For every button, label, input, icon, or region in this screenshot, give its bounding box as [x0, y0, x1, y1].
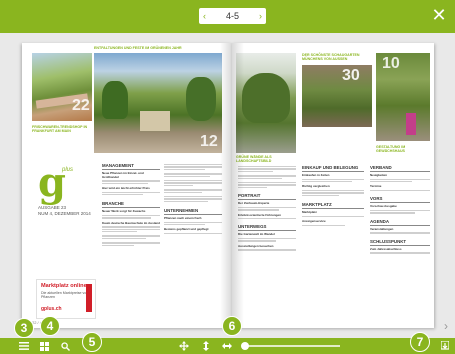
marktplatz-ad[interactable]: Marktplatz online Die aktuellen Marktpre… [36, 279, 96, 319]
photo-courtyard: 12 [94, 53, 222, 153]
left-page[interactable]: ENTFALTUNGEN UND FESTE IM GRÜNENEN JAHR … [22, 43, 232, 328]
toc-item[interactable]: Vorschau Ausgabe [370, 205, 430, 214]
toc-item[interactable] [238, 166, 296, 173]
toc-section-title: SCHLUSSPUNKT [370, 239, 430, 246]
photo-number: 10 [382, 55, 400, 72]
caption-right: DER SCHÖNSTE SCHAUGARTEN MÜNCHENS VON AU… [302, 53, 360, 62]
toc-item[interactable]: Bestens gepflanzt und gepflegt [164, 228, 222, 235]
fit-height-icon[interactable] [198, 338, 214, 354]
fit-width-icon[interactable] [219, 338, 235, 354]
grid-icon[interactable] [36, 338, 52, 354]
close-button[interactable]: ✕ [429, 5, 449, 25]
caption-left: FRISCHWAREN-TRENDSHOP IN FRANKFURT AM MA… [32, 125, 88, 134]
toc-section-title: EINKAUF UND BELEGUNG [302, 165, 364, 172]
toc-item[interactable]: Richtig vergleichen [302, 185, 364, 197]
toc-item[interactable] [164, 189, 222, 193]
toc-item[interactable] [102, 242, 160, 247]
page-indicator[interactable]: ‹ 4-5 › [199, 8, 266, 24]
toc-item[interactable]: Der Zierbaum-Experte [238, 201, 296, 211]
toc-section-title: UNTERWEGS [238, 224, 296, 232]
toc-column-1: MANAGEMENT Neue Pflanzen im Einzel- und … [102, 163, 160, 249]
caption-mid: GRÜNE WÄNDE ALS LANDSCHAFTSBILD [236, 155, 272, 164]
toc-section-title: AGENDA [370, 219, 430, 226]
callout-badge-5: 5 [82, 332, 102, 352]
bottom-toolbar [0, 338, 455, 354]
ad-url[interactable]: gplus.ch [41, 306, 62, 312]
toc-item[interactable]: Veranstaltungen [370, 227, 430, 234]
photo-garden: 30 [302, 65, 372, 127]
toc-item[interactable] [238, 175, 296, 179]
toc-section-title: VERBAND [370, 165, 430, 172]
toc-item[interactable]: Pflanzen nach einem Fach [164, 216, 222, 226]
callout-badge-7: 7 [410, 332, 430, 352]
toc-item[interactable]: Kaum deutsche Baumschule im Ausland [102, 221, 160, 233]
caption-far: GESTALTUNG IM GEWÄCHSHAUS [376, 145, 406, 154]
toc-item[interactable]: Hier wird ein leicht erhöhter Preis [102, 186, 160, 196]
toc-section-title: Unternehmen [164, 208, 222, 216]
toc-item[interactable] [164, 173, 222, 177]
page-spread[interactable]: ENTFALTUNGEN UND FESTE IM GRÜNENEN JAHR … [22, 43, 434, 328]
toc-item[interactable]: Ausstellungen besuchen [238, 244, 296, 251]
zoom-slider-thumb[interactable] [241, 342, 249, 350]
photo-number: 12 [200, 133, 218, 150]
issue-info: AUSGABE 23 NUM 4, DEZEMBER 2014 [38, 205, 91, 216]
toc-item[interactable]: Erlebnisorientierte Führungen [238, 213, 296, 220]
photo-facade [236, 53, 296, 153]
toc-section-title: MARKTPLATZ [302, 202, 364, 210]
ad-title: Marktplatz online [41, 283, 87, 289]
ad-stripe [86, 284, 92, 312]
toc-item[interactable] [164, 179, 222, 187]
photo-green-wall: 10 [376, 53, 430, 141]
toc-item[interactable] [238, 181, 296, 189]
prev-page-icon[interactable]: ‹ [203, 11, 206, 21]
toc-item[interactable]: Neuer Werk sorgt für Zuwachs [102, 210, 160, 219]
toc-column-4: EINKAUF UND BELEGUNG Einkaufen in Zeiten… [302, 165, 364, 229]
toc-item[interactable]: Die Gartenwelt im Wandel [238, 233, 296, 242]
next-page-arrow[interactable]: › [444, 319, 448, 333]
download-icon[interactable] [437, 338, 453, 354]
toc-section-title: PORTRAIT [238, 193, 296, 201]
page-label: 4-5 [225, 11, 239, 21]
toc-column-3: PORTRAIT Der Zierbaum-Experte Erlebnisor… [238, 165, 296, 254]
right-page[interactable]: GRÜNE WÄNDE ALS LANDSCHAFTSBILD DER SCHÖ… [232, 43, 434, 328]
zoom-slider[interactable] [245, 345, 340, 347]
toc-column-2: Unternehmen Pflanzen nach einem Fach Bes… [164, 163, 222, 237]
toc-item[interactable] [102, 235, 160, 240]
move-icon[interactable] [176, 338, 192, 354]
toc-item[interactable]: Zum Jahresabschluss [370, 247, 430, 254]
toc-item[interactable]: Anzeigenservice [302, 219, 364, 227]
photo-number: 22 [72, 97, 90, 114]
top-toolbar: ‹ 4-5 › ✕ [0, 0, 455, 33]
ad-subtitle: Die aktuellen Marktpreise von Pflanzen [41, 291, 89, 299]
logo-plus: plus [62, 167, 74, 173]
next-page-icon[interactable]: › [259, 11, 262, 21]
toc-column-5: VERBAND Neuigkeiten Termine VORS Vorscha… [370, 165, 430, 257]
toc-section-title: BRANCHE [102, 201, 160, 209]
magazine-viewer: ENTFALTUNGEN UND FESTE IM GRÜNENEN JAHR … [0, 33, 455, 338]
toc-item[interactable]: Neuigkeiten [370, 173, 430, 183]
toc-item[interactable]: Marktplatz [302, 210, 364, 218]
toc-item[interactable]: Neue Pflanzen im Einzel- und Großhandel [102, 171, 160, 184]
callout-badge-4: 4 [40, 316, 60, 336]
photo-bench: 22 [32, 53, 92, 121]
toc-item[interactable] [164, 195, 222, 203]
toc-section-title: MANAGEMENT [102, 163, 160, 170]
callout-badge-6: 6 [222, 316, 242, 336]
toc-item[interactable]: Einkaufen in Zeiten [302, 173, 364, 183]
menu-icon[interactable] [16, 338, 32, 354]
photo-number: 30 [342, 67, 360, 84]
callout-badge-3: 3 [14, 318, 34, 338]
search-icon[interactable] [57, 338, 73, 354]
toc-item[interactable] [164, 164, 222, 171]
toc-section-title: VORS [370, 196, 430, 204]
caption-top: ENTFALTUNGEN UND FESTE IM GRÜNENEN JAHR [94, 46, 182, 50]
toc-item[interactable]: Termine [370, 185, 430, 192]
